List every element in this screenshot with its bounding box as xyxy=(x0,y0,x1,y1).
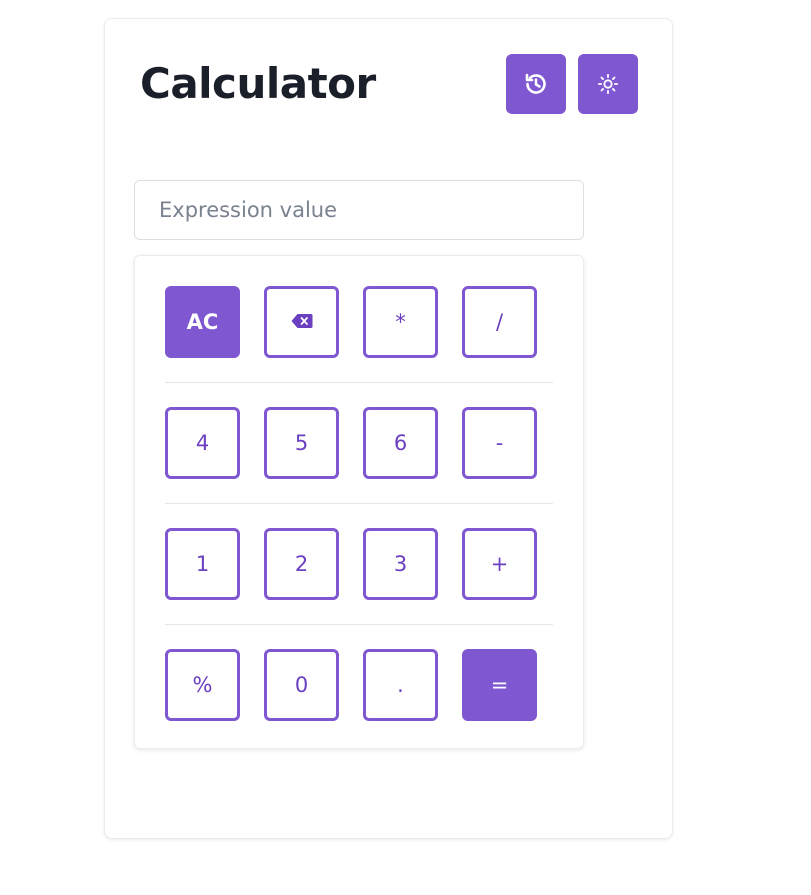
add-button[interactable]: + xyxy=(462,528,537,600)
digit-5-button[interactable]: 5 xyxy=(264,407,339,479)
digit-2-button[interactable]: 2 xyxy=(264,528,339,600)
backspace-button[interactable] xyxy=(264,286,339,358)
history-button[interactable] xyxy=(506,54,566,114)
digit-6-button[interactable]: 6 xyxy=(363,407,438,479)
digit-4-button[interactable]: 4 xyxy=(165,407,240,479)
digit-3-button[interactable]: 3 xyxy=(363,528,438,600)
keypad-row-1: AC * / xyxy=(165,286,553,383)
multiply-button[interactable]: * xyxy=(363,286,438,358)
equals-button[interactable]: = xyxy=(462,649,537,721)
expression-input[interactable] xyxy=(134,180,584,240)
percent-button[interactable]: % xyxy=(165,649,240,721)
subtract-button[interactable]: - xyxy=(462,407,537,479)
theme-toggle-button[interactable] xyxy=(578,54,638,114)
clear-button[interactable]: AC xyxy=(165,286,240,358)
keypad-row-4: % 0 . = xyxy=(165,649,553,745)
keypad-row-2: 4 5 6 - xyxy=(165,407,553,504)
sun-icon xyxy=(597,73,619,95)
backspace-icon xyxy=(291,310,313,334)
keypad-row-3: 1 2 3 + xyxy=(165,528,553,625)
page-title: Calculator xyxy=(140,59,376,108)
keypad: AC * / 4 5 6 - 1 2 3 + % 0 . = xyxy=(134,255,584,749)
divide-button[interactable]: / xyxy=(462,286,537,358)
digit-1-button[interactable]: 1 xyxy=(165,528,240,600)
decimal-button[interactable]: . xyxy=(363,649,438,721)
history-icon xyxy=(524,72,548,96)
digit-0-button[interactable]: 0 xyxy=(264,649,339,721)
